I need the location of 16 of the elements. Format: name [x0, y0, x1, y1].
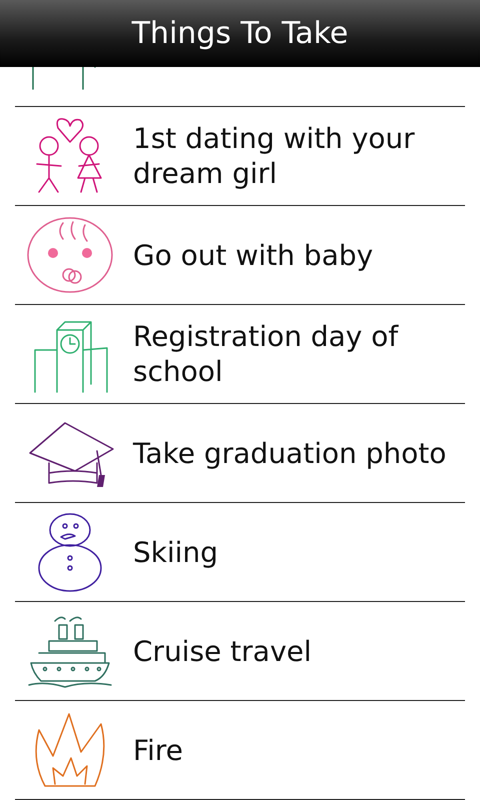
item-label: Cruise travel [132, 634, 313, 668]
item-label: Fire [132, 732, 184, 768]
list-item[interactable]: Registration day of school [15, 305, 465, 404]
list-item[interactable]: Go out with baby [15, 206, 465, 305]
list-item[interactable]: Take graduation photo [15, 404, 465, 503]
screen-title: Things To Take [132, 16, 348, 51]
item-label: 1st dating with your dream girl [132, 121, 416, 191]
list-item[interactable]: Fire [15, 701, 465, 800]
item-label: Take graduation photo [132, 436, 448, 470]
item-label: Go out with baby [132, 238, 374, 272]
baby-face-icon [25, 215, 115, 295]
list-item[interactable]: 1st dating with your dream girl [15, 107, 465, 206]
item-label: Skiing [132, 534, 220, 570]
list-item[interactable]: Cruise travel [15, 602, 465, 701]
item-label: Registration day of school [132, 319, 400, 389]
list-item[interactable]: Skiing [15, 503, 465, 602]
